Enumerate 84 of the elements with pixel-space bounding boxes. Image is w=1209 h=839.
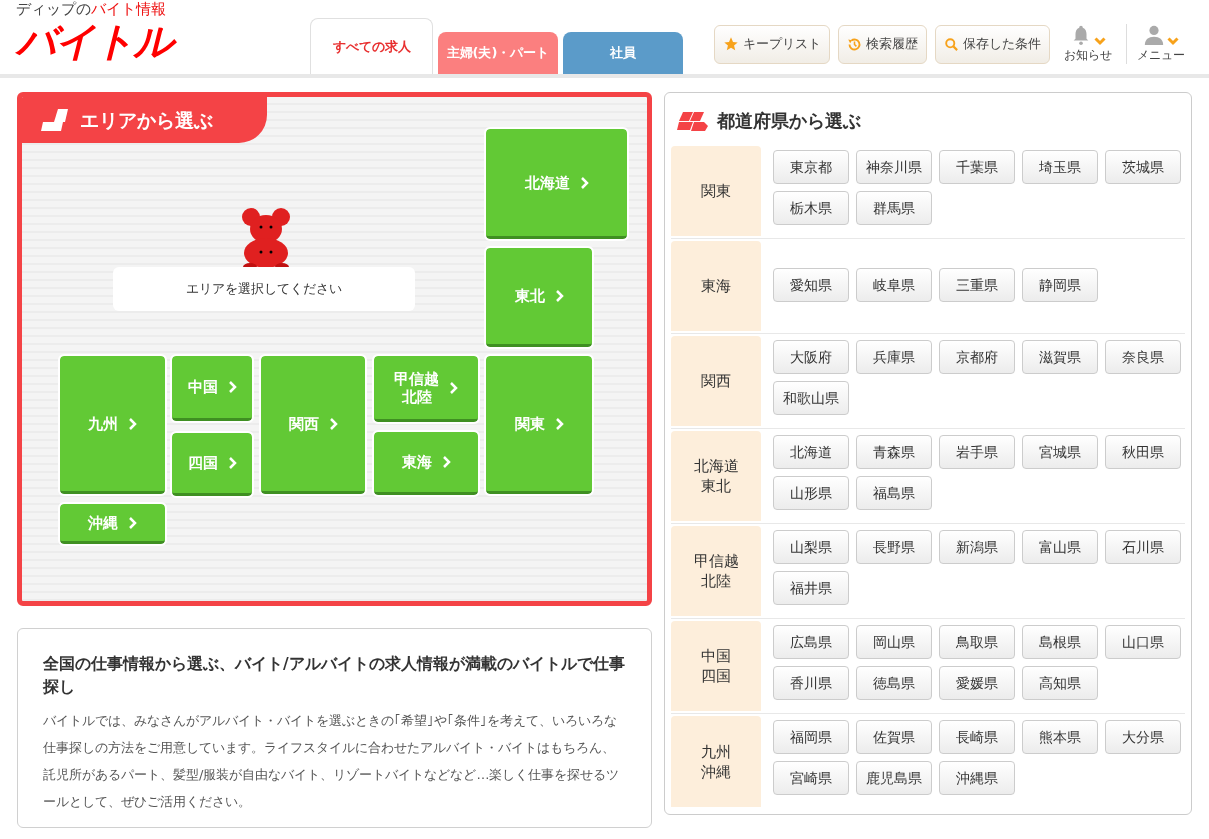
header-menu[interactable]: メニュー bbox=[1126, 24, 1191, 64]
prefecture-button[interactable]: 神奈川県 bbox=[856, 150, 933, 184]
prefecture-button[interactable]: 東京都 bbox=[773, 150, 850, 184]
caret-icon bbox=[1094, 37, 1106, 46]
prefecture-button[interactable]: 岡山県 bbox=[856, 625, 933, 659]
prefecture-button[interactable]: 兵庫県 bbox=[856, 340, 933, 374]
prefecture-button[interactable]: 高知県 bbox=[1022, 666, 1099, 700]
chevron-right-icon bbox=[128, 515, 137, 530]
prefecture-button[interactable]: 佐賀県 bbox=[856, 720, 933, 754]
chevron-right-icon bbox=[227, 456, 237, 470]
prefecture-button[interactable]: 石川県 bbox=[1105, 530, 1182, 564]
region-label: 甲信越 北陸 bbox=[671, 526, 762, 616]
person-icon bbox=[1143, 24, 1165, 46]
prefecture-button[interactable]: 愛知県 bbox=[773, 268, 850, 302]
prefecture-button[interactable]: 熊本県 bbox=[1022, 720, 1099, 754]
prefecture-button[interactable]: 沖縄県 bbox=[939, 761, 1016, 795]
prefecture-button[interactable]: 和歌山県 bbox=[773, 381, 850, 415]
prefecture-button[interactable]: 島根県 bbox=[1022, 625, 1099, 659]
chevron-right-icon bbox=[128, 416, 137, 431]
prefecture-button[interactable]: 富山県 bbox=[1022, 530, 1099, 564]
region-label: 関東 bbox=[671, 146, 762, 236]
header-button[interactable]: 検索履歴 bbox=[838, 24, 927, 64]
chevron-right-icon bbox=[328, 416, 338, 431]
prefecture-button[interactable]: 鹿児島県 bbox=[856, 761, 933, 795]
region-label: 北海道 東北 bbox=[671, 431, 762, 521]
history-icon bbox=[847, 36, 862, 52]
prefecture-button[interactable]: 群馬県 bbox=[856, 191, 933, 225]
region-label: 九州 沖縄 bbox=[671, 716, 762, 807]
prompt-bubble: エリアを選択してください bbox=[113, 267, 415, 311]
prefecture-button[interactable]: 茨城県 bbox=[1105, 150, 1182, 184]
about-text: バイトルでは、みなさんがアルバイト・バイトを選ぶときの｢希望｣や｢条件｣を考えて、いろいろな仕事探しの方法をご用意しています。ライフスタイルに合わせたアルバイト・バイトはもちろん、託児所があるパート、髪型/服装が自由なバイト、リゾートバイトなどなど…楽しく仕事を探せるツールとして、ぜひご活用ください。 bbox=[43, 712, 621, 811]
chevron-right-icon bbox=[554, 416, 564, 431]
prefecture-button[interactable]: 徳島県 bbox=[856, 666, 933, 700]
header-button[interactable]: 保存した条件 bbox=[935, 24, 1050, 64]
search-icon bbox=[944, 36, 959, 52]
prefecture-button[interactable]: 宮崎県 bbox=[773, 761, 850, 795]
prefecture-button[interactable]: 岐阜県 bbox=[856, 268, 933, 302]
prefecture-button[interactable]: 山形県 bbox=[773, 476, 850, 510]
prefecture-button[interactable]: 長崎県 bbox=[939, 720, 1016, 754]
prefecture-button[interactable]: 秋田県 bbox=[1105, 435, 1182, 469]
prefecture-button[interactable]: 大分県 bbox=[1105, 720, 1182, 754]
prefecture-button[interactable]: 香川県 bbox=[773, 666, 850, 700]
prefecture-button[interactable]: 岩手県 bbox=[939, 435, 1016, 469]
about-heading: 全国の仕事情報から選ぶ、バイト/アルバイトの求人情報が満載のバイトルで仕事探し bbox=[43, 654, 626, 698]
prefecture-button[interactable]: 静岡県 bbox=[1022, 268, 1099, 302]
tab[interactable]: すべての求人 bbox=[310, 18, 433, 74]
prefecture-button[interactable]: 埼玉県 bbox=[1022, 150, 1099, 184]
prefecture-button[interactable]: 青森県 bbox=[856, 435, 933, 469]
map-icon bbox=[40, 108, 70, 132]
prefecture-button[interactable]: 福島県 bbox=[856, 476, 933, 510]
region-label: 東海 bbox=[671, 241, 762, 331]
prefecture-button[interactable]: 鳥取県 bbox=[939, 625, 1016, 659]
prefecture-button[interactable]: 京都府 bbox=[939, 340, 1016, 374]
prefecture-button[interactable]: 奈良県 bbox=[1105, 340, 1182, 374]
prefecture-button[interactable]: 大阪府 bbox=[773, 340, 850, 374]
logo-tagline-accent: バイト情報 bbox=[91, 0, 166, 18]
header-menu[interactable]: お知らせ bbox=[1058, 24, 1118, 64]
chevron-right-icon bbox=[554, 289, 564, 303]
prefecture-button[interactable]: 新潟県 bbox=[939, 530, 1016, 564]
area-panel-title: エリアから選ぶ bbox=[80, 107, 213, 133]
logo-tagline: ディップの bbox=[16, 0, 91, 18]
prefecture-button[interactable]: 滋賀県 bbox=[1022, 340, 1099, 374]
chevron-right-icon bbox=[579, 175, 589, 190]
star-icon bbox=[723, 36, 739, 52]
prefecture-button[interactable]: 北海道 bbox=[773, 435, 850, 469]
region-label: 関西 bbox=[671, 336, 762, 426]
chevron-right-icon bbox=[449, 380, 458, 395]
caret-icon bbox=[1167, 37, 1179, 46]
prefecture-button[interactable]: 福井県 bbox=[773, 571, 850, 605]
prefecture-button[interactable]: 山梨県 bbox=[773, 530, 850, 564]
prefecture-button[interactable]: 長野県 bbox=[856, 530, 933, 564]
chevron-right-icon bbox=[227, 380, 237, 394]
prefecture-button[interactable]: 三重県 bbox=[939, 268, 1016, 302]
prefecture-button[interactable]: 福岡県 bbox=[773, 720, 850, 754]
prefecture-button[interactable]: 栃木県 bbox=[773, 191, 850, 225]
prefecture-button[interactable]: 山口県 bbox=[1105, 625, 1182, 659]
prefecture-button[interactable]: 広島県 bbox=[773, 625, 850, 659]
prefecture-button[interactable]: 宮城県 bbox=[1022, 435, 1099, 469]
prefecture-button[interactable]: 愛媛県 bbox=[939, 666, 1016, 700]
prefecture-panel-title: 都道府県から選ぶ bbox=[717, 109, 862, 133]
region-label: 中国 四国 bbox=[671, 621, 762, 711]
chevron-right-icon bbox=[441, 455, 451, 469]
prefecture-button[interactable]: 千葉県 bbox=[939, 150, 1016, 184]
header-button[interactable]: キープリスト bbox=[714, 24, 830, 64]
